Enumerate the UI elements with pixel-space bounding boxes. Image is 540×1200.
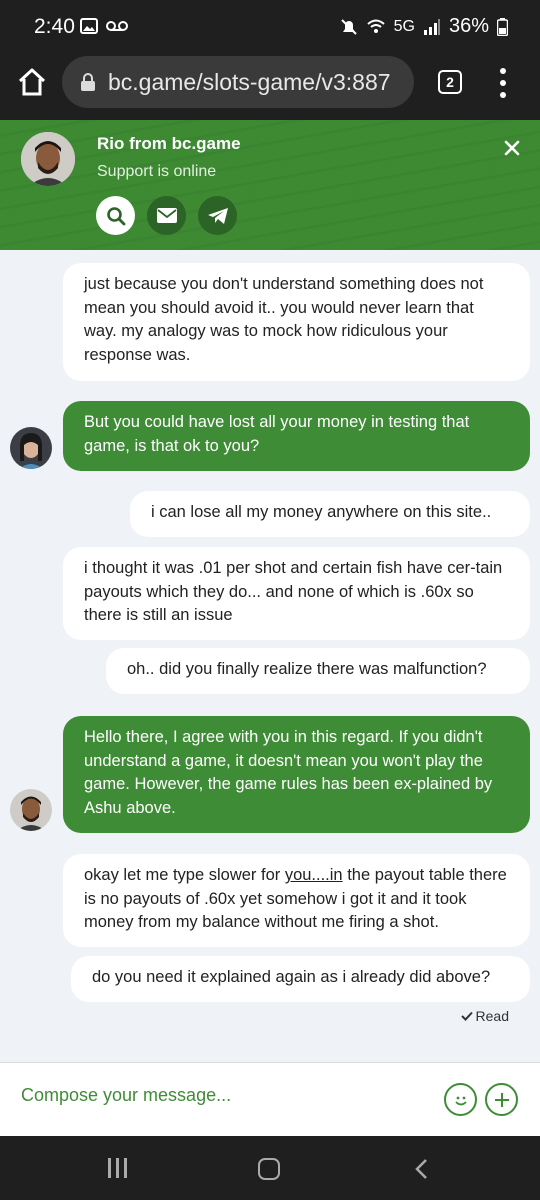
read-label: Read [475,1008,509,1024]
battery-icon [497,17,508,36]
message-bubble: do you need it explained again as i alre… [71,956,530,1002]
telegram-button[interactable] [198,196,237,235]
add-attachment-button[interactable] [485,1083,518,1116]
wifi-icon [366,19,385,33]
agent-name: Rio from bc.game [97,134,241,153]
support-avatar [10,789,52,831]
mute-icon [340,18,357,35]
voicemail-icon [106,21,128,31]
agent-avatar [21,132,75,186]
battery-percent: 36% [448,15,489,37]
chat-header: Rio from bc.game Support is online [0,120,540,250]
plus-icon [494,1092,509,1107]
search-button[interactable] [96,196,135,235]
read-receipt: Read [460,1008,509,1024]
recent-apps-icon[interactable] [108,1158,127,1178]
status-time: 2:40 [34,15,75,38]
address-bar[interactable]: bc.game/slots-game/v3:887 [62,56,414,108]
lock-icon [81,73,95,91]
telegram-icon [207,207,228,224]
envelope-icon [156,208,177,223]
close-icon[interactable] [500,136,524,160]
url-text: bc.game/slots-game/v3:887 [108,68,391,95]
message-bubble: okay let me type slower for you....in th… [63,854,530,947]
message-list[interactable]: just because you don't understand someth… [0,250,540,1062]
signal-icon [423,18,440,35]
agent-status: Support is online [97,163,217,180]
tabs-button[interactable]: 2 [438,70,462,94]
message-bubble: oh.. did you finally realize there was m… [106,648,530,694]
message-bubble: But you could have lost all your money i… [63,401,530,471]
emoji-button[interactable] [444,1083,477,1116]
email-button[interactable] [147,196,186,235]
message-input[interactable]: Compose your message... [21,1085,231,1106]
back-icon[interactable] [412,1158,432,1180]
network-type: 5G [393,17,415,35]
header-actions [96,196,237,235]
message-bubble: Hello there, I agree with you in this re… [63,716,530,833]
browser-toolbar: bc.game/slots-game/v3:887 2 [0,56,540,120]
message-bubble: just because you don't understand someth… [63,263,530,381]
status-bar: 2:40 5G 36% [0,0,540,56]
smiley-icon [454,1096,467,1105]
message-text: okay let me type slower for [84,866,285,884]
more-options-icon[interactable] [496,68,510,98]
message-link[interactable]: you....in [285,866,343,884]
message-bubble: i thought it was .01 per shot and certai… [63,547,530,640]
gallery-icon [80,18,98,34]
message-bubble: i can lose all my money anywhere on this… [130,491,530,537]
home-nav-icon[interactable] [258,1158,280,1180]
home-icon[interactable] [16,66,48,98]
search-icon [106,206,125,225]
system-nav-bar [0,1136,540,1200]
composer: Compose your message... [0,1062,540,1136]
support-avatar-female [10,427,52,469]
checkmark-icon [460,1011,473,1021]
